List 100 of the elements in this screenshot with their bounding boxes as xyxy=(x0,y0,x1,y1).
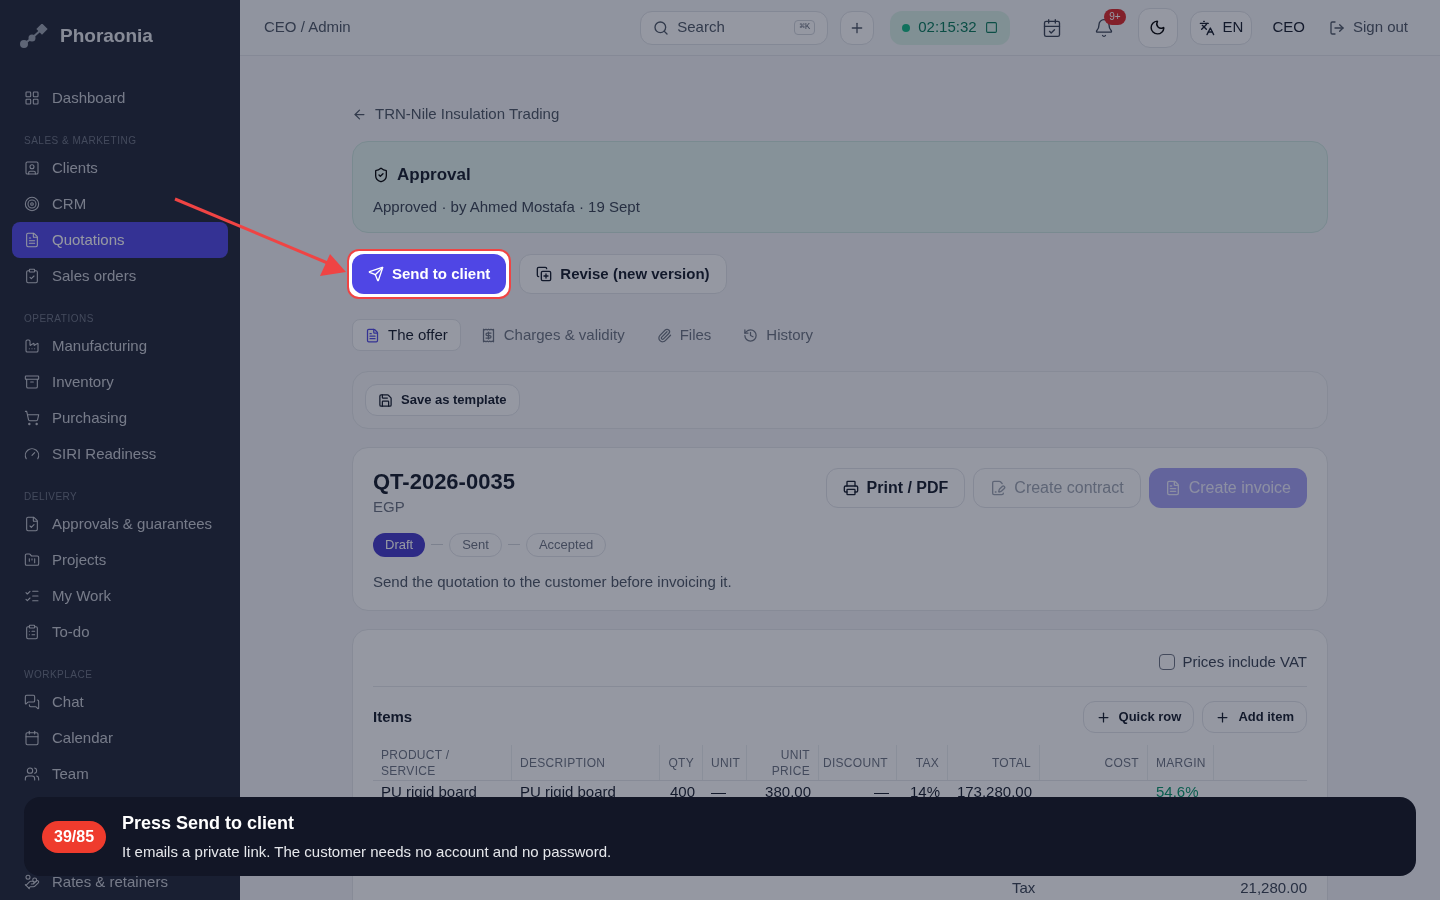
quick-row-button[interactable]: Quick row xyxy=(1082,701,1195,733)
sidebar-item[interactable]: Quotations xyxy=(12,222,228,258)
signature-icon xyxy=(990,480,1007,496)
sidebar-item[interactable]: Inventory xyxy=(12,364,228,400)
search-field[interactable]: Search xyxy=(677,16,778,39)
add-button[interactable] xyxy=(840,10,875,45)
calendar-icon[interactable] xyxy=(1041,17,1062,38)
folder-icon xyxy=(24,552,40,568)
sidebar-item[interactable]: Calendar xyxy=(12,720,228,756)
factory-icon xyxy=(24,338,40,354)
user-role[interactable]: CEO xyxy=(1272,16,1305,39)
notification-badge: 9+ xyxy=(1104,8,1126,25)
sidebar-item[interactable]: CRM xyxy=(12,186,228,222)
search-bar[interactable]: Search ⌘K xyxy=(640,10,829,45)
approval-title: Approval xyxy=(397,164,471,186)
tab[interactable]: Charges & validity xyxy=(468,319,637,351)
checklist-icon xyxy=(24,588,40,604)
add-item-button[interactable]: Add item xyxy=(1202,701,1307,733)
gauge-icon xyxy=(24,446,40,462)
table-cell-text: 173,280.00 xyxy=(956,782,1032,802)
table-cell-text: — xyxy=(711,782,726,802)
theme-button[interactable] xyxy=(1137,7,1178,48)
tab[interactable]: History xyxy=(731,319,825,351)
table-cell-text: 380.00 xyxy=(765,782,811,802)
clipboard-icon xyxy=(24,624,40,640)
table-cell-text: — xyxy=(874,782,889,802)
plus-icon xyxy=(1095,709,1111,725)
step-counter: 39/85 xyxy=(42,820,107,853)
total-value: 21,280.00 xyxy=(1240,878,1307,898)
brand-name: Phoraonia xyxy=(60,23,153,48)
sidebar-item[interactable]: Team xyxy=(12,756,228,792)
paper-plane-icon xyxy=(368,266,384,282)
table-cell-text: 14% xyxy=(909,782,940,802)
sidebar-item[interactable]: Approvals & guarantees xyxy=(12,506,228,542)
column-header: DESCRIPTION xyxy=(512,745,660,780)
clipboard-icon xyxy=(24,268,40,284)
timer[interactable]: 02:15:32 xyxy=(890,10,1010,45)
receipt-icon xyxy=(480,327,496,343)
column-header: DISCOUNT xyxy=(819,745,897,780)
vat-checkbox[interactable] xyxy=(1158,654,1175,670)
translate-icon xyxy=(1198,19,1215,36)
target-icon xyxy=(24,196,40,212)
grid-icon xyxy=(24,90,40,106)
sidebar-item[interactable]: Purchasing xyxy=(12,400,228,436)
currency: EGP xyxy=(373,497,406,517)
file-check-icon xyxy=(24,516,40,532)
document-icon xyxy=(1164,480,1181,496)
column-header: QTY xyxy=(660,745,703,780)
history-icon xyxy=(743,327,759,343)
save-template-button[interactable]: Save as template xyxy=(365,384,520,416)
tab[interactable]: The offer xyxy=(352,319,461,351)
sidebar-item[interactable]: Rates & retainers xyxy=(12,864,228,900)
logo-icon xyxy=(20,24,48,48)
total-label: Tax xyxy=(1011,878,1036,898)
revise-button[interactable]: Revise (new version) xyxy=(519,254,727,294)
sign-out-icon xyxy=(1328,19,1345,36)
quote-number: QT-2026-0035 xyxy=(373,468,515,496)
sidebar-item[interactable]: To-do xyxy=(12,614,228,650)
search-icon xyxy=(653,19,670,36)
sign-out-link[interactable]: Sign out xyxy=(1328,16,1408,39)
plus-icon xyxy=(1215,709,1231,725)
contact-icon xyxy=(24,160,40,176)
stop-icon xyxy=(984,21,998,34)
quote-note: Send the quotation to the customer before invoicing it. xyxy=(373,571,733,592)
back-link[interactable]: TRN-Nile Insulation Trading xyxy=(352,104,1328,124)
sidebar-item[interactable]: Sales orders xyxy=(12,258,228,294)
tour-title: Press Send to client xyxy=(122,811,296,835)
sidebar-item[interactable]: Chat xyxy=(12,684,228,720)
vat-label: Prices include VAT xyxy=(1182,651,1307,672)
send-button[interactable]: Send to client xyxy=(352,254,507,294)
shortcut-key: ⌘K xyxy=(794,19,816,36)
moon-icon xyxy=(1149,19,1167,36)
chat-icon xyxy=(24,694,40,710)
column-header: UNIT xyxy=(703,745,747,780)
approval-text: Approved · by Ahmed Mostafa · 19 Sept xyxy=(373,196,641,217)
sidebar-item[interactable]: Clients xyxy=(12,150,228,186)
printer-icon xyxy=(842,480,859,496)
archive-icon xyxy=(24,374,40,390)
sidebar-item[interactable]: My Work xyxy=(12,578,228,614)
status-pill: Draft xyxy=(373,532,426,557)
quote-action-button[interactable]: Print / PDF xyxy=(825,468,966,508)
tour-text: It emails a private link. The customer needs no account and no password. xyxy=(122,841,612,862)
sidebar-item[interactable]: Manufacturing xyxy=(12,328,228,364)
language-button[interactable]: EN xyxy=(1189,10,1253,45)
sidebar-item[interactable]: Projects xyxy=(12,542,228,578)
sidebar-item[interactable]: Dashboard xyxy=(12,80,228,116)
column-header: UNIT PRICE xyxy=(747,745,819,780)
cart-icon xyxy=(24,410,40,426)
column-header: PRODUCT / SERVICE xyxy=(373,745,512,780)
copy-plus-icon xyxy=(536,266,553,282)
sidebar-item[interactable]: SIRI Readiness xyxy=(12,436,228,472)
coins-icon xyxy=(24,874,40,890)
paperclip-icon xyxy=(656,327,672,343)
table-cell-text: 54.6% xyxy=(1156,782,1199,802)
column-header: TOTAL xyxy=(948,745,1040,780)
column-header: TAX xyxy=(897,745,948,780)
shield-icon xyxy=(373,166,389,183)
document-icon xyxy=(365,327,380,343)
users-icon xyxy=(24,766,40,782)
tab[interactable]: Files xyxy=(644,319,724,351)
